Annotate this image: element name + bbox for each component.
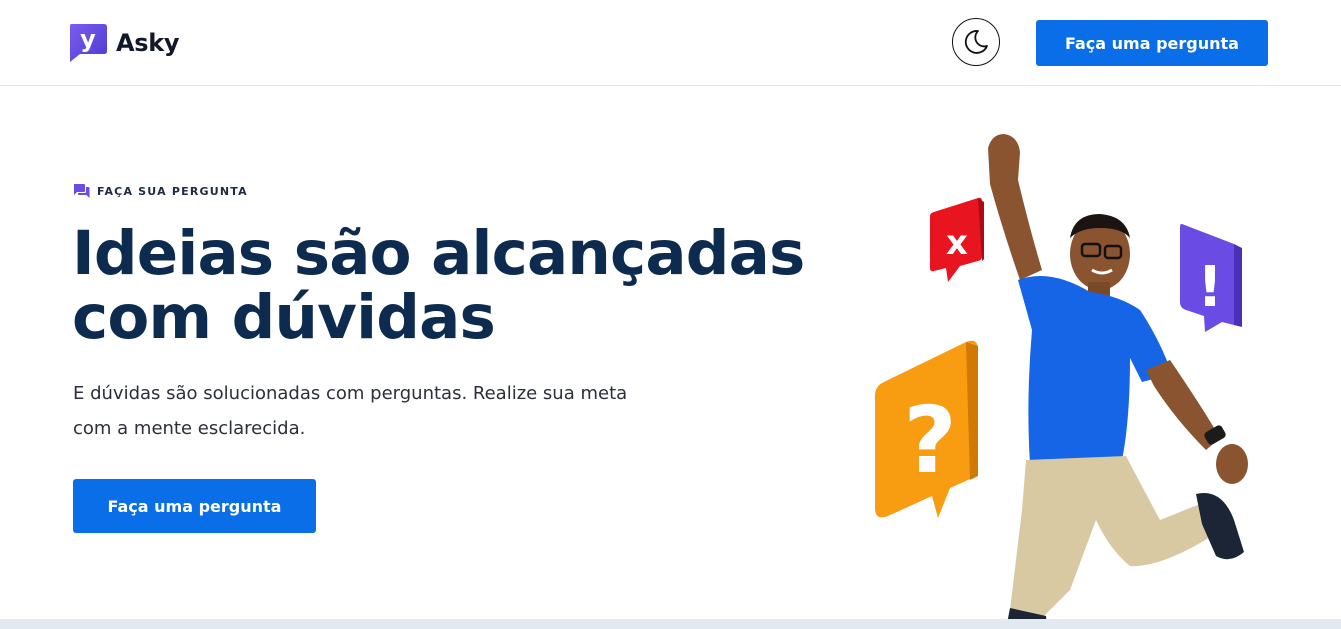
brand-logo-link[interactable]: y Asky	[67, 22, 180, 63]
hero-description: E dúvidas são solucionadas com perguntas…	[73, 376, 693, 446]
svg-text:?: ?	[903, 387, 956, 494]
svg-text:!: !	[1197, 255, 1223, 320]
hero-description-line-2: com a mente esclarecida.	[73, 418, 306, 439]
hero-eyebrow: FAÇA SUA PERGUNTA	[73, 183, 248, 199]
x-mark-icon: x	[930, 197, 984, 282]
hero-illustration: x ! ?	[875, 134, 1248, 629]
svg-text:y: y	[80, 25, 96, 53]
moon-icon	[964, 30, 988, 54]
brand-name: Asky	[116, 28, 180, 57]
section-divider-strip	[0, 619, 1341, 629]
theme-toggle-button[interactable]	[952, 18, 1000, 66]
ask-question-header-button[interactable]: Faça uma pergunta	[1036, 20, 1268, 66]
hero-description-line-1: E dúvidas são solucionadas com perguntas…	[73, 383, 628, 404]
chat-bubbles-icon	[74, 184, 90, 198]
hero-title-line-1: Ideias são alcançadas	[72, 218, 805, 289]
jumping-man-icon	[988, 134, 1248, 629]
hero-title-line-2: com dúvidas	[72, 282, 496, 353]
exclamation-icon: !	[1180, 223, 1242, 332]
ask-question-hero-button[interactable]: Faça uma pergunta	[73, 479, 316, 533]
svg-text:x: x	[946, 223, 968, 263]
hero-eyebrow-text: FAÇA SUA PERGUNTA	[97, 184, 248, 198]
question-mark-icon: ?	[875, 340, 978, 518]
top-navbar: y Asky Faça uma pergunta	[0, 0, 1341, 86]
asky-logo-icon: y	[70, 24, 107, 62]
hero-title: Ideias são alcançadas com dúvidas	[72, 222, 852, 350]
